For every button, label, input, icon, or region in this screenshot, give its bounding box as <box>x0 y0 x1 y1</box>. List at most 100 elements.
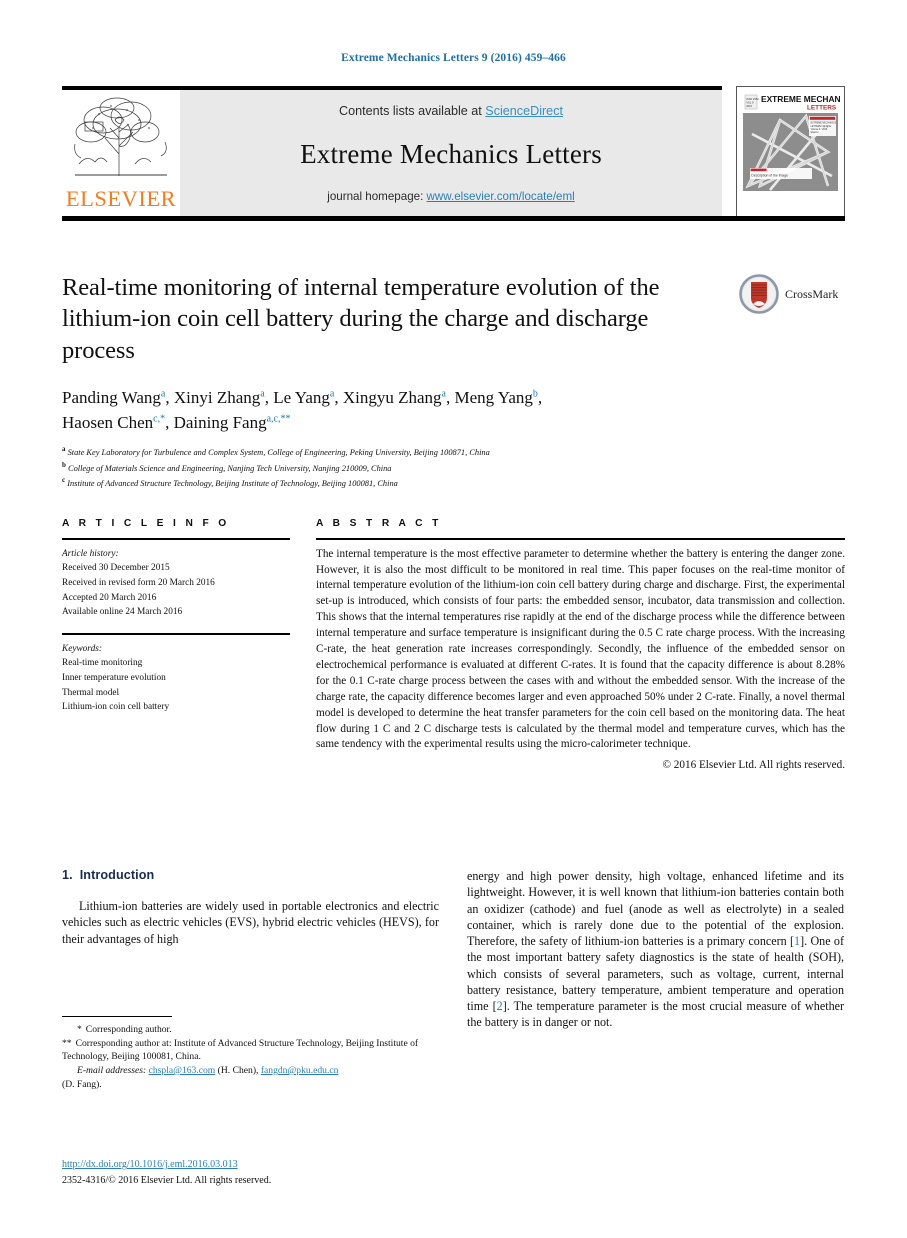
body-column-right: energy and high power density, high volt… <box>467 868 844 1031</box>
paragraph-part: ]. The temperature parameter is the most… <box>467 999 845 1030</box>
keywords-rule <box>62 633 290 635</box>
author-affil-mark[interactable]: c,* <box>153 413 165 424</box>
sciencedirect-link[interactable]: ScienceDirect <box>485 104 563 118</box>
masthead-banner: Contents lists available at ScienceDirec… <box>180 90 722 216</box>
svg-text:Volume 9 / 2016: Volume 9 / 2016 <box>811 129 828 131</box>
history-item: Accepted 20 March 2016 <box>62 592 157 603</box>
abstract-text: The internal temperature is the most eff… <box>316 547 845 751</box>
email-link-fang[interactable]: fangdn@pku.edu.cn <box>261 1065 339 1076</box>
author-name: Meng Yang <box>454 388 533 408</box>
history-item: Available online 24 March 2016 <box>62 607 183 618</box>
author-sep: , <box>537 388 543 408</box>
svg-text:Description of the image: Description of the image <box>751 173 788 177</box>
paragraph-part: energy and high power density, high volt… <box>467 869 844 949</box>
affiliation-item: c Institute of Advanced Structure Techno… <box>62 475 702 490</box>
body-columns: 1. Introduction Lithium-ion batteries are… <box>62 868 845 1031</box>
footnote-corresponding-author: * Corresponding author. <box>62 1023 439 1037</box>
elsevier-tree-icon <box>74 97 167 176</box>
svg-text:LETTERS highlights: LETTERS highlights <box>811 125 833 128</box>
footnote-corresponding-author-address: ** Corresponding author at: Institute of … <box>62 1037 439 1064</box>
paragraph: Lithium-ion batteries are widely used in… <box>62 899 439 946</box>
journal-homepage-link[interactable]: www.elsevier.com/locate/eml <box>427 190 575 203</box>
author-sep: , <box>264 388 274 408</box>
author-sep: , <box>165 412 174 432</box>
footnote-mark: * <box>77 1024 82 1036</box>
abstract-rule <box>316 538 845 540</box>
crossmark-badge[interactable]: CrossMark <box>739 272 843 316</box>
abstract-copyright: © 2016 Elsevier Ltd. All rights reserved… <box>662 759 846 772</box>
section-title: Introduction <box>79 868 155 882</box>
doi-link[interactable]: http://dx.doi.org/10.1016/j.eml.2016.03.… <box>62 1159 238 1170</box>
affiliation-mark: b <box>62 460 66 469</box>
keywords-list: Keywords: Real-time monitoring Inner tem… <box>62 642 290 715</box>
crossmark-icon[interactable] <box>739 274 779 314</box>
svg-text:VOL 9: VOL 9 <box>746 100 754 104</box>
keyword-item: Real-time monitoring <box>62 658 143 669</box>
author-name: Daining Fang <box>173 412 267 432</box>
keyword-item: Inner temperature evolution <box>62 673 166 683</box>
author-sep: , <box>165 388 174 408</box>
affiliation-text: College of Materials Science and Enginee… <box>68 463 392 473</box>
affiliation-item: a State Key Laboratory for Turbulence an… <box>62 444 702 459</box>
keywords-label: Keywords: <box>62 643 102 654</box>
masthead-bottom-rule <box>62 216 845 221</box>
page-title: Real-time monitoring of internal tempera… <box>62 274 660 364</box>
elsevier-logo: ELSEVIER <box>62 90 180 216</box>
keyword-item: Thermal model <box>62 687 120 698</box>
affiliation-item: b College of Materials Science and Engin… <box>62 460 702 475</box>
email-owner-fang: (D. Fang). <box>62 1078 102 1090</box>
footnote-mark: ** <box>62 1037 72 1049</box>
author-list: Panding Wanga, Xinyi Zhanga, Le Yanga, X… <box>62 386 702 435</box>
article-info-column: A R T I C L E I N F O Article history: R… <box>62 518 290 771</box>
article-title-block: Real-time monitoring of internal tempera… <box>62 272 702 491</box>
article-info-rule <box>62 538 290 540</box>
author-affil-mark[interactable]: a,c,** <box>267 413 291 424</box>
journal-cover-thumbnail: ISSN 2352 VOL 9 2016 EXTREME MECHANICS L… <box>736 86 845 220</box>
svg-text:ISSN 2352: ISSN 2352 <box>746 97 759 101</box>
svg-text:2016: 2016 <box>746 104 752 108</box>
article-history: Article history: Received 30 December 20… <box>62 547 290 620</box>
abstract-column: A B S T R A C T The internal temperature… <box>316 518 845 771</box>
masthead-row: ELSEVIER Contents lists available at Sci… <box>62 90 722 216</box>
svg-text:EXTREME MECHANICS: EXTREME MECHANICS <box>761 94 841 104</box>
article-history-label: Article history: <box>62 548 119 559</box>
email-owner-chen: (H. Chen), <box>215 1065 261 1077</box>
homepage-prefix: journal homepage: <box>327 190 427 203</box>
issn-copyright: 2352-4316/© 2016 Elsevier Ltd. All right… <box>62 1174 272 1186</box>
svg-text:EXTREME MECHANICS: EXTREME MECHANICS <box>811 122 837 125</box>
elsevier-wordmark: ELSEVIER <box>65 186 177 211</box>
email-link-chen[interactable]: chspla@163.com <box>149 1065 216 1076</box>
contents-line: Contents lists available at ScienceDirec… <box>339 104 563 118</box>
author-name: Xingyu Zhang <box>342 388 442 408</box>
imprint-block: http://dx.doi.org/10.1016/j.eml.2016.03.… <box>62 1157 482 1188</box>
footnote-text: Corresponding author. <box>85 1024 172 1036</box>
author-sep: , <box>334 388 343 408</box>
abstract-heading: A B S T R A C T <box>316 518 442 529</box>
affiliation-mark: a <box>62 445 66 454</box>
section-number: 1. <box>62 868 73 882</box>
author-name: Haosen Chen <box>62 412 154 432</box>
author-name: Le Yang <box>273 388 330 408</box>
svg-text:LETTERS: LETTERS <box>807 104 837 111</box>
footnote-emails: E-mail addresses: chspla@163.com (H. Che… <box>62 1064 439 1091</box>
footnote-rule <box>62 1016 172 1018</box>
info-abstract-region: A R T I C L E I N F O Article history: R… <box>62 518 845 771</box>
history-item: Received in revised form 20 March 2016 <box>62 577 215 588</box>
crossmark-label: CrossMark <box>785 286 839 301</box>
body-column-left: 1. Introduction Lithium-ion batteries are… <box>62 868 439 1031</box>
svg-text:Elsevier: Elsevier <box>811 131 819 134</box>
email-label: E-mail addresses: <box>77 1065 147 1077</box>
affiliation-text: State Key Laboratory for Turbulence and … <box>67 448 490 458</box>
affiliation-text: Institute of Advanced Structure Technolo… <box>67 478 398 488</box>
affiliation-list: a State Key Laboratory for Turbulence an… <box>62 444 702 490</box>
journal-cover-art: ISSN 2352 VOL 9 2016 EXTREME MECHANICS L… <box>740 90 841 216</box>
keyword-item: Lithium-ion coin cell battery <box>62 702 170 713</box>
author-name: Xinyi Zhang <box>173 388 261 408</box>
history-item: Received 30 December 2015 <box>62 563 170 574</box>
article-info-heading: A R T I C L E I N F O <box>62 518 230 529</box>
affiliation-mark: c <box>62 476 66 485</box>
journal-masthead: ELSEVIER Contents lists available at Sci… <box>62 86 845 221</box>
footnote-text: Corresponding author at: Institute of Ad… <box>62 1037 419 1063</box>
footnote-block: * Corresponding author. ** Corresponding a… <box>62 1016 439 1091</box>
journal-title: Extreme Mechanics Letters <box>300 138 602 169</box>
